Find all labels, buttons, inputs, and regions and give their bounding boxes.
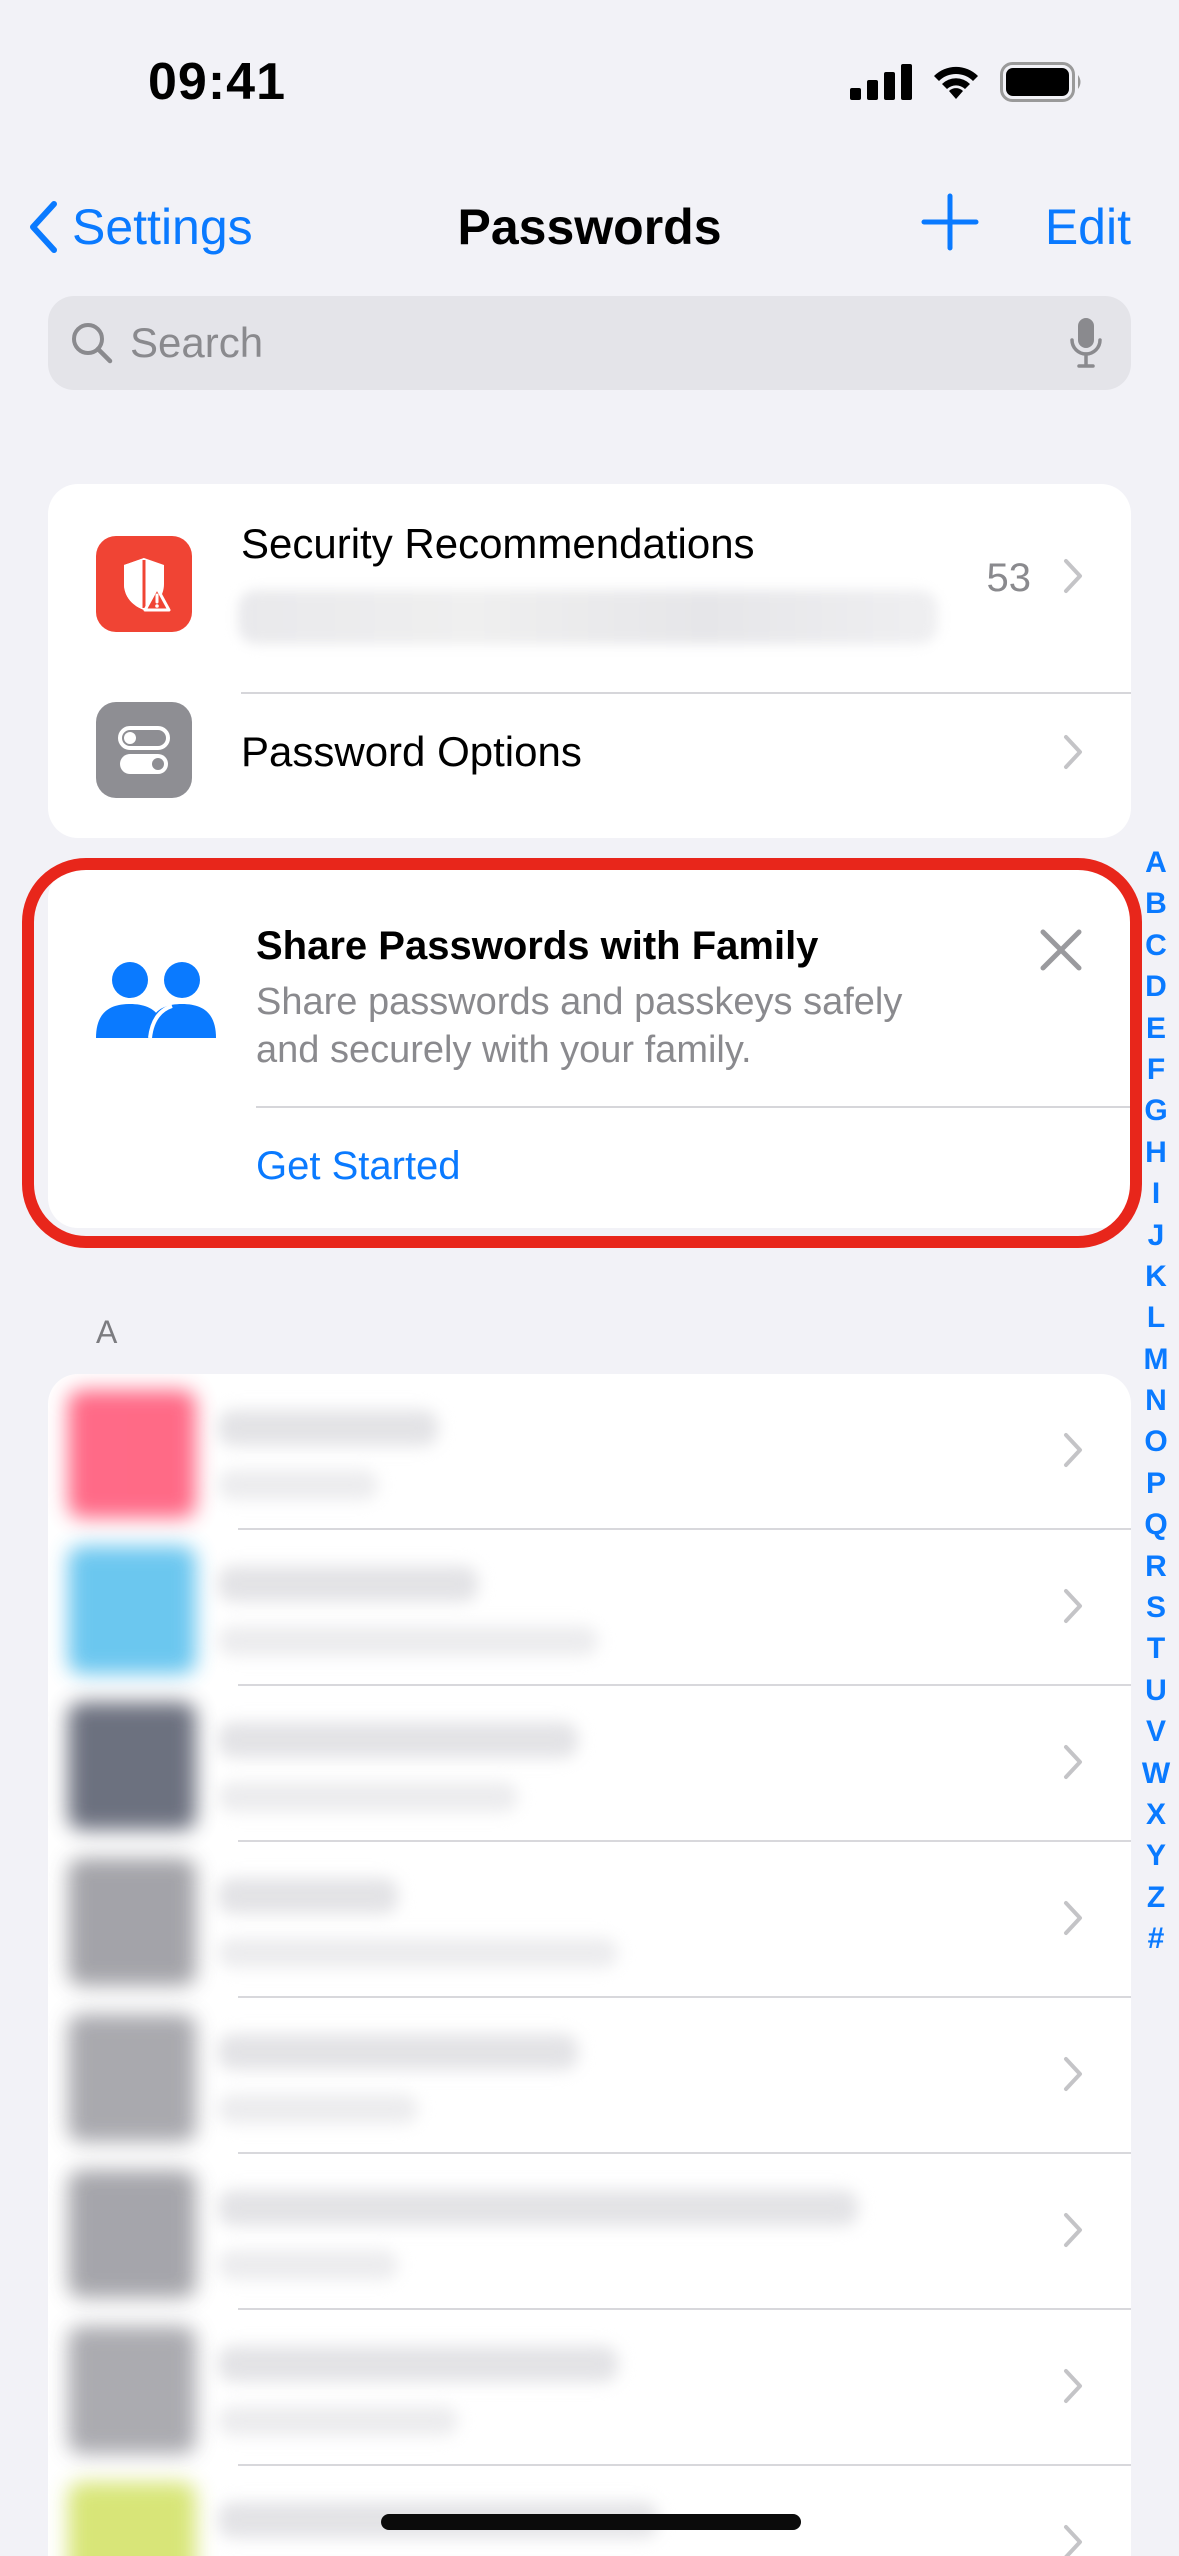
chevron-right-icon	[1064, 2369, 1082, 2403]
add-password-button[interactable]	[920, 192, 980, 257]
search-placeholder: Search	[130, 319, 264, 366]
blurred-title	[218, 1878, 398, 1914]
site-icon	[68, 1390, 196, 1518]
site-icon	[68, 2170, 196, 2298]
index-letter[interactable]: G	[1144, 1090, 1167, 1131]
chevron-right-icon	[1064, 1901, 1082, 1935]
chevron-right-icon	[1064, 1745, 1082, 1779]
battery-icon	[1000, 62, 1081, 102]
chevron-right-icon	[1064, 2525, 1082, 2556]
list-item[interactable]	[48, 1686, 1131, 1842]
password-tools-group: Security Recommendations 53 Password Opt…	[48, 484, 1131, 838]
site-icon	[68, 1702, 196, 1830]
list-item[interactable]	[48, 1842, 1131, 1998]
status-icons	[850, 62, 1084, 102]
index-letter[interactable]: R	[1145, 1546, 1167, 1587]
blurred-title	[218, 1722, 578, 1758]
index-letter[interactable]: J	[1148, 1215, 1165, 1256]
navigation-bar: Settings Passwords Edit	[0, 170, 1179, 290]
index-letter[interactable]: #	[1148, 1918, 1165, 1959]
blurred-subtitle	[218, 1938, 618, 1968]
home-indicator[interactable]	[381, 2514, 801, 2530]
search-input[interactable]: Search	[48, 296, 1131, 390]
blurred-title	[218, 1566, 478, 1602]
index-letter[interactable]: E	[1146, 1008, 1166, 1049]
index-letter[interactable]: X	[1146, 1794, 1166, 1835]
status-time: 09:41	[148, 53, 286, 111]
highlight-annotation	[22, 858, 1142, 1248]
site-icon	[68, 1858, 196, 1986]
password-list	[48, 1374, 1131, 2556]
index-letter[interactable]: Q	[1144, 1504, 1167, 1545]
site-icon	[68, 2014, 196, 2142]
index-letter[interactable]: K	[1145, 1256, 1167, 1297]
index-letter[interactable]: N	[1145, 1380, 1167, 1421]
chevron-right-icon	[1064, 2057, 1082, 2091]
index-letter[interactable]: F	[1147, 1049, 1165, 1090]
search-icon	[72, 323, 113, 364]
index-letter[interactable]: L	[1147, 1297, 1165, 1338]
alphabet-index[interactable]: A B C D E F G H I J K L M N O P Q R S T U V W X Y Z #	[1138, 842, 1174, 1960]
chevron-right-icon	[1064, 1433, 1082, 1467]
index-letter[interactable]: Z	[1147, 1877, 1165, 1918]
site-icon	[68, 2326, 196, 2454]
index-letter[interactable]: B	[1145, 883, 1167, 924]
wifi-icon	[934, 66, 978, 99]
index-letter[interactable]: O	[1144, 1421, 1167, 1462]
plus-icon	[921, 193, 979, 251]
index-letter[interactable]: C	[1145, 925, 1167, 966]
blurred-subtitle	[218, 1782, 518, 1812]
index-letter[interactable]: M	[1144, 1339, 1169, 1380]
chevron-right-icon	[1064, 735, 1082, 769]
chevron-right-icon	[1064, 559, 1082, 593]
chevron-right-icon	[1064, 2213, 1082, 2247]
index-letter[interactable]: I	[1152, 1173, 1160, 1214]
blurred-subtitle	[218, 2094, 418, 2124]
password-options-row[interactable]: Password Options	[48, 678, 1131, 838]
status-bar: 09:41	[0, 0, 1179, 150]
index-letter[interactable]: D	[1145, 966, 1167, 1007]
index-letter[interactable]: P	[1146, 1463, 1166, 1504]
index-letter[interactable]: H	[1145, 1132, 1167, 1173]
list-item[interactable]	[48, 2466, 1131, 2556]
blurred-subtitle	[218, 1470, 378, 1500]
blurred-subtitle	[218, 1626, 598, 1656]
list-item[interactable]	[48, 1530, 1131, 1686]
blurred-title	[218, 2190, 858, 2226]
microphone-icon[interactable]	[1069, 316, 1103, 370]
cellular-signal-icon	[850, 64, 912, 100]
toggles-icon	[96, 702, 192, 798]
index-letter[interactable]: T	[1147, 1628, 1165, 1669]
index-letter[interactable]: W	[1142, 1753, 1170, 1794]
list-item[interactable]	[48, 1998, 1131, 2154]
site-icon	[68, 1546, 196, 1674]
index-letter[interactable]: A	[1145, 842, 1167, 883]
index-letter[interactable]: S	[1146, 1587, 1166, 1628]
passwords-screen: 09:41 Settings Passwords Edit Search Sec…	[0, 0, 1179, 2556]
password-options-label: Password Options	[241, 728, 582, 775]
blurred-title	[218, 1410, 438, 1446]
security-recommendations-label: Security Recommendations	[241, 520, 755, 567]
blurred-title	[218, 2034, 578, 2070]
security-count: 53	[986, 556, 1032, 600]
chevron-right-icon	[1064, 1589, 1082, 1623]
security-recommendations-row[interactable]: Security Recommendations 53	[48, 484, 1131, 658]
index-letter[interactable]: U	[1145, 1670, 1167, 1711]
blurred-subtitle	[238, 590, 938, 644]
security-shield-icon	[96, 536, 192, 632]
list-item[interactable]	[48, 2310, 1131, 2466]
edit-button[interactable]: Edit	[1045, 198, 1131, 256]
page-title: Passwords	[457, 199, 722, 255]
section-header-a: A	[96, 1314, 118, 1350]
blurred-title	[218, 2346, 618, 2382]
site-icon	[68, 2482, 196, 2556]
blurred-subtitle	[218, 2406, 458, 2436]
index-letter[interactable]: Y	[1146, 1835, 1166, 1876]
index-letter[interactable]: V	[1146, 1711, 1166, 1752]
blurred-subtitle	[218, 2250, 398, 2280]
list-item[interactable]	[48, 2154, 1131, 2310]
list-item[interactable]	[48, 1374, 1131, 1530]
